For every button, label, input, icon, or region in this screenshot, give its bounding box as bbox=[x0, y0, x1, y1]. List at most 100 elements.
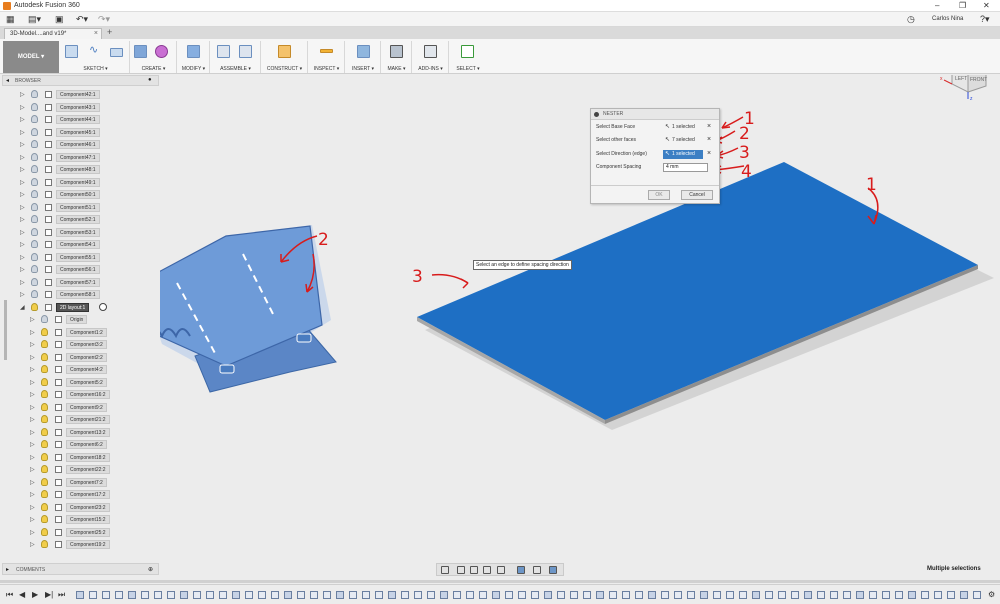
browser-item[interactable]: ▷ Component56:1 bbox=[0, 264, 158, 275]
viewports-icon[interactable] bbox=[549, 566, 557, 574]
restore-icon[interactable]: ❐ bbox=[959, 1, 966, 10]
timeline-settings-icon[interactable]: ⚙ bbox=[988, 590, 995, 599]
direction-selection[interactable]: ↖ 1 selected bbox=[663, 150, 703, 159]
visibility-bulb-icon[interactable] bbox=[31, 102, 38, 111]
browser-item[interactable]: ▷ Component25:2 bbox=[0, 527, 158, 538]
close-tab-icon[interactable]: × bbox=[94, 30, 98, 37]
ok-button[interactable]: OK bbox=[648, 190, 670, 200]
timeline-feature-icon[interactable] bbox=[518, 591, 526, 599]
make-menu[interactable]: MAKE ▾ bbox=[382, 66, 411, 72]
timeline-feature-icon[interactable] bbox=[882, 591, 890, 599]
timeline-feature-icon[interactable] bbox=[895, 591, 903, 599]
timeline-feature-icon[interactable] bbox=[154, 591, 162, 599]
grid-settings-icon[interactable] bbox=[533, 566, 541, 574]
clear-other-faces-icon[interactable]: × bbox=[707, 136, 711, 143]
timeline-feature-icon[interactable] bbox=[349, 591, 357, 599]
modify-menu[interactable]: MODIFY ▾ bbox=[178, 66, 209, 72]
horizontal-scrollbar[interactable] bbox=[0, 580, 1000, 583]
view-cube[interactable]: LEFT FRONT x z bbox=[940, 55, 987, 102]
play-icon[interactable]: ▶ bbox=[32, 590, 38, 599]
visibility-bulb-icon[interactable] bbox=[41, 415, 48, 423]
timeline-feature-icon[interactable] bbox=[570, 591, 578, 599]
expand-arrow-icon[interactable]: ▷ bbox=[20, 91, 25, 98]
timeline-feature-icon[interactable] bbox=[674, 591, 682, 599]
browser-item[interactable]: ▷ Component44:1 bbox=[0, 114, 158, 125]
visibility-bulb-icon[interactable] bbox=[31, 240, 38, 248]
expand-arrow-icon[interactable]: ▷ bbox=[30, 366, 35, 373]
comments-panel[interactable]: ▸ COMMENTS ⊕ bbox=[2, 563, 159, 575]
visibility-bulb-icon[interactable] bbox=[41, 377, 48, 386]
visibility-bulb-icon[interactable] bbox=[31, 202, 38, 211]
visibility-bulb-icon[interactable] bbox=[41, 402, 48, 411]
layout-component[interactable]: ◢ 2D layout:1 bbox=[0, 302, 158, 313]
visibility-bulb-icon[interactable] bbox=[41, 540, 48, 548]
visibility-bulb-icon[interactable] bbox=[41, 452, 48, 461]
timeline-feature-icon[interactable] bbox=[869, 591, 877, 599]
timeline-feature-icon[interactable] bbox=[947, 591, 955, 599]
make-group[interactable]: MAKE ▾ bbox=[382, 41, 412, 73]
expand-arrow-icon[interactable]: ▷ bbox=[20, 279, 25, 286]
visibility-bulb-icon[interactable] bbox=[41, 477, 48, 486]
browser-item[interactable]: ▷ Component18:2 bbox=[0, 452, 158, 463]
expand-icon[interactable]: ▸ bbox=[6, 566, 9, 573]
look-at-icon[interactable] bbox=[457, 566, 465, 574]
scripts-icon[interactable] bbox=[424, 45, 437, 58]
browser-item[interactable]: ▷ Component54:1 bbox=[0, 239, 158, 250]
pin-icon[interactable]: ⊕ bbox=[148, 566, 153, 573]
timeline-feature-icon[interactable] bbox=[817, 591, 825, 599]
timeline-feature-icon[interactable] bbox=[427, 591, 435, 599]
create-menu[interactable]: CREATE ▾ bbox=[131, 66, 176, 72]
orbit-icon[interactable] bbox=[441, 566, 449, 574]
sphere-icon[interactable] bbox=[155, 45, 168, 58]
visibility-bulb-icon[interactable] bbox=[41, 315, 48, 323]
other-faces-selection[interactable]: ↖ 7 selected bbox=[663, 136, 703, 145]
file-menu-icon[interactable]: ▤▾ bbox=[28, 14, 41, 25]
dialog-pin-icon[interactable] bbox=[594, 112, 599, 117]
expand-arrow-icon[interactable]: ▷ bbox=[20, 291, 25, 298]
timeline-feature-icon[interactable] bbox=[830, 591, 838, 599]
insert-group[interactable]: INSERT ▾ bbox=[346, 41, 381, 73]
timeline-feature-icon[interactable] bbox=[856, 591, 864, 599]
timeline-feature-icon[interactable] bbox=[726, 591, 734, 599]
browser-item[interactable]: ▷ Component49:1 bbox=[0, 177, 158, 188]
canvas-viewport[interactable]: 1 2 3 4 2 3 1 LEFT FRONT x z bbox=[137, 55, 1000, 560]
expand-arrow-icon[interactable]: ▷ bbox=[30, 504, 35, 511]
visibility-bulb-icon[interactable] bbox=[31, 177, 38, 186]
timeline-feature-icon[interactable] bbox=[739, 591, 747, 599]
visibility-bulb-icon[interactable] bbox=[31, 190, 38, 198]
browser-item[interactable]: ▷ Component48:1 bbox=[0, 164, 158, 175]
browser-item[interactable]: ▷ Component46:1 bbox=[0, 139, 158, 150]
inspect-group[interactable]: INSPECT ▾ bbox=[309, 41, 345, 73]
timeline-feature-icon[interactable] bbox=[700, 591, 708, 599]
timeline-feature-icon[interactable] bbox=[921, 591, 929, 599]
timeline-feature-icon[interactable] bbox=[973, 591, 981, 599]
job-status-icon[interactable]: ◷ bbox=[907, 14, 915, 25]
inspect-menu[interactable]: INSPECT ▾ bbox=[309, 66, 344, 72]
redo-icon[interactable]: ↷▾ bbox=[98, 14, 110, 25]
visibility-bulb-icon[interactable] bbox=[31, 215, 38, 223]
measure-icon[interactable] bbox=[320, 49, 333, 53]
timeline-feature-icon[interactable] bbox=[167, 591, 175, 599]
expand-arrow-icon[interactable]: ▷ bbox=[20, 266, 25, 273]
visibility-bulb-icon[interactable] bbox=[41, 527, 48, 536]
expand-arrow-icon[interactable]: ▷ bbox=[20, 254, 25, 261]
browser-item[interactable]: ▷ Component3:2 bbox=[0, 339, 158, 350]
timeline-feature-icon[interactable] bbox=[583, 591, 591, 599]
browser-item[interactable]: ▷ Component45:1 bbox=[0, 127, 158, 138]
new-component-icon[interactable] bbox=[217, 45, 230, 58]
browser-item[interactable]: ▷ Component15:2 bbox=[0, 514, 158, 525]
addins-group[interactable]: ADD-INS ▾ bbox=[413, 41, 449, 73]
expand-arrow-icon[interactable]: ▷ bbox=[20, 204, 25, 211]
browser-item[interactable]: ▷ Component58:1 bbox=[0, 289, 158, 300]
visibility-bulb-icon[interactable] bbox=[31, 302, 38, 311]
visibility-bulb-icon[interactable] bbox=[41, 490, 48, 498]
modify-group[interactable]: MODIFY ▾ bbox=[178, 41, 210, 73]
timeline-feature-icon[interactable] bbox=[271, 591, 279, 599]
document-tab[interactable]: 3D-Model....and v19* × bbox=[4, 28, 102, 39]
timeline-feature-icon[interactable] bbox=[531, 591, 539, 599]
timeline-feature-icon[interactable] bbox=[778, 591, 786, 599]
timeline-feature-icon[interactable] bbox=[544, 591, 552, 599]
visibility-bulb-icon[interactable] bbox=[31, 265, 38, 273]
collapse-arrow-icon[interactable]: ◢ bbox=[20, 304, 25, 311]
collapse-icon[interactable]: ◂ bbox=[6, 77, 9, 84]
